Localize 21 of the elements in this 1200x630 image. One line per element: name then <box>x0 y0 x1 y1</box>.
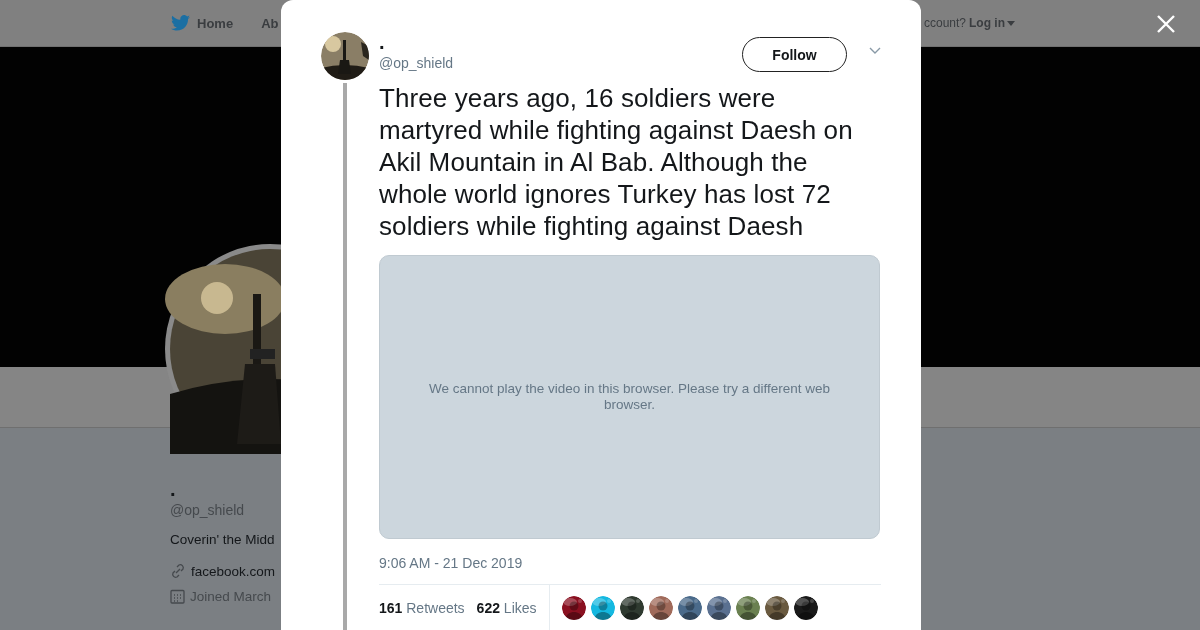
stat-count[interactable]: 161 Retweets <box>379 600 465 616</box>
profile-link[interactable]: facebook.com <box>191 563 276 579</box>
nav-link[interactable]: Ab <box>261 15 279 31</box>
nav-link[interactable]: Home <box>171 15 234 31</box>
bird-icon <box>171 15 190 31</box>
video-message: We cannot play the video in this browser. Please try a different web browser. <box>428 381 831 413</box>
follow-button[interactable]: Follow <box>742 37 847 72</box>
author-handle: @op_shield <box>379 55 454 71</box>
caret-icon <box>1007 20 1015 26</box>
author-name: . <box>379 32 386 52</box>
tweet-text: Three years ago, 16 soldiers were martyred while fighting against Daesh on Akil Mountain in Al Bab. Although the whole world ignores Turkey has lost 72 soldiers while fighting against Daesh <box>379 82 854 242</box>
tweet-timestamp: 9:06 AM - 21 Dec 2019 <box>379 555 524 571</box>
account-prompt: ccount? <box>923 16 966 30</box>
chevron-down-icon[interactable] <box>869 47 881 55</box>
link-icon <box>170 563 186 579</box>
profile-name: . <box>170 478 177 500</box>
stat-count[interactable]: 622 Likes <box>476 600 537 616</box>
profile-bio: Coverin' the Midd <box>170 532 276 547</box>
login-link[interactable]: Log in <box>969 16 1015 30</box>
close-icon[interactable] <box>1157 15 1175 33</box>
calendar-icon <box>170 589 185 604</box>
